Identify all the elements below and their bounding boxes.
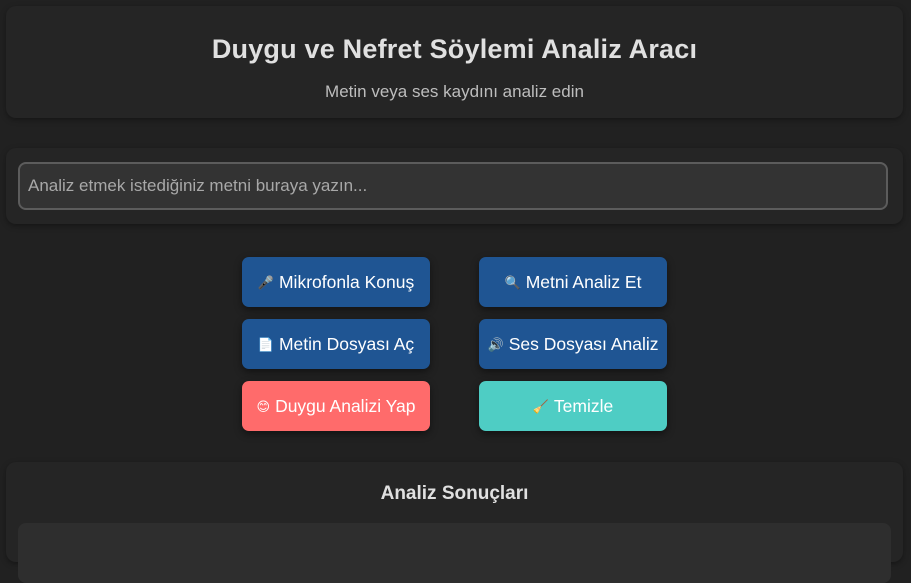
open-text-file-button-label: Metin Dosyası Aç: [278, 333, 415, 354]
speaker-icon: 🔊: [487, 336, 504, 352]
open-text-file-button[interactable]: 📄 Metin Dosyası Aç: [242, 319, 430, 369]
results-title: Analiz Sonuçları: [380, 483, 529, 504]
smiley-icon: 😊: [256, 398, 271, 414]
results-output: [18, 523, 891, 583]
sentiment-analysis-button[interactable]: 😊 Duygu Analizi Yap: [242, 381, 430, 431]
microphone-button-label: Mikrofonla Konuş: [278, 271, 415, 292]
input-card: [6, 148, 903, 224]
audio-file-button[interactable]: 🔊 Ses Dosyası Analiz: [479, 319, 667, 369]
results-card: Analiz Sonuçları: [6, 462, 903, 583]
document-icon: 📄: [257, 336, 274, 352]
audio-file-button-label: Ses Dosyası Analiz: [508, 333, 659, 354]
microphone-icon: 🎤: [257, 274, 274, 290]
magnifier-icon: 🔍: [504, 274, 521, 290]
clear-button-label: Temizle: [553, 395, 614, 416]
page-title: Duygu ve Nefret Söylemi Analiz Aracı: [211, 34, 698, 64]
analyze-text-button-label: Metni Analiz Et: [525, 271, 642, 292]
sentiment-analysis-button-label: Duygu Analizi Yap: [275, 395, 416, 416]
text-input[interactable]: [18, 162, 888, 210]
header-card: Duygu ve Nefret Söylemi Analiz Aracı Met…: [6, 6, 903, 118]
broom-icon: 🧹: [532, 398, 549, 414]
clear-button[interactable]: 🧹 Temizle: [479, 381, 667, 431]
microphone-button[interactable]: 🎤 Mikrofonla Konuş: [242, 257, 430, 307]
page-subtitle: Metin veya ses kaydını analiz edin: [325, 82, 584, 101]
analyze-text-button[interactable]: 🔍 Metni Analiz Et: [479, 257, 667, 307]
